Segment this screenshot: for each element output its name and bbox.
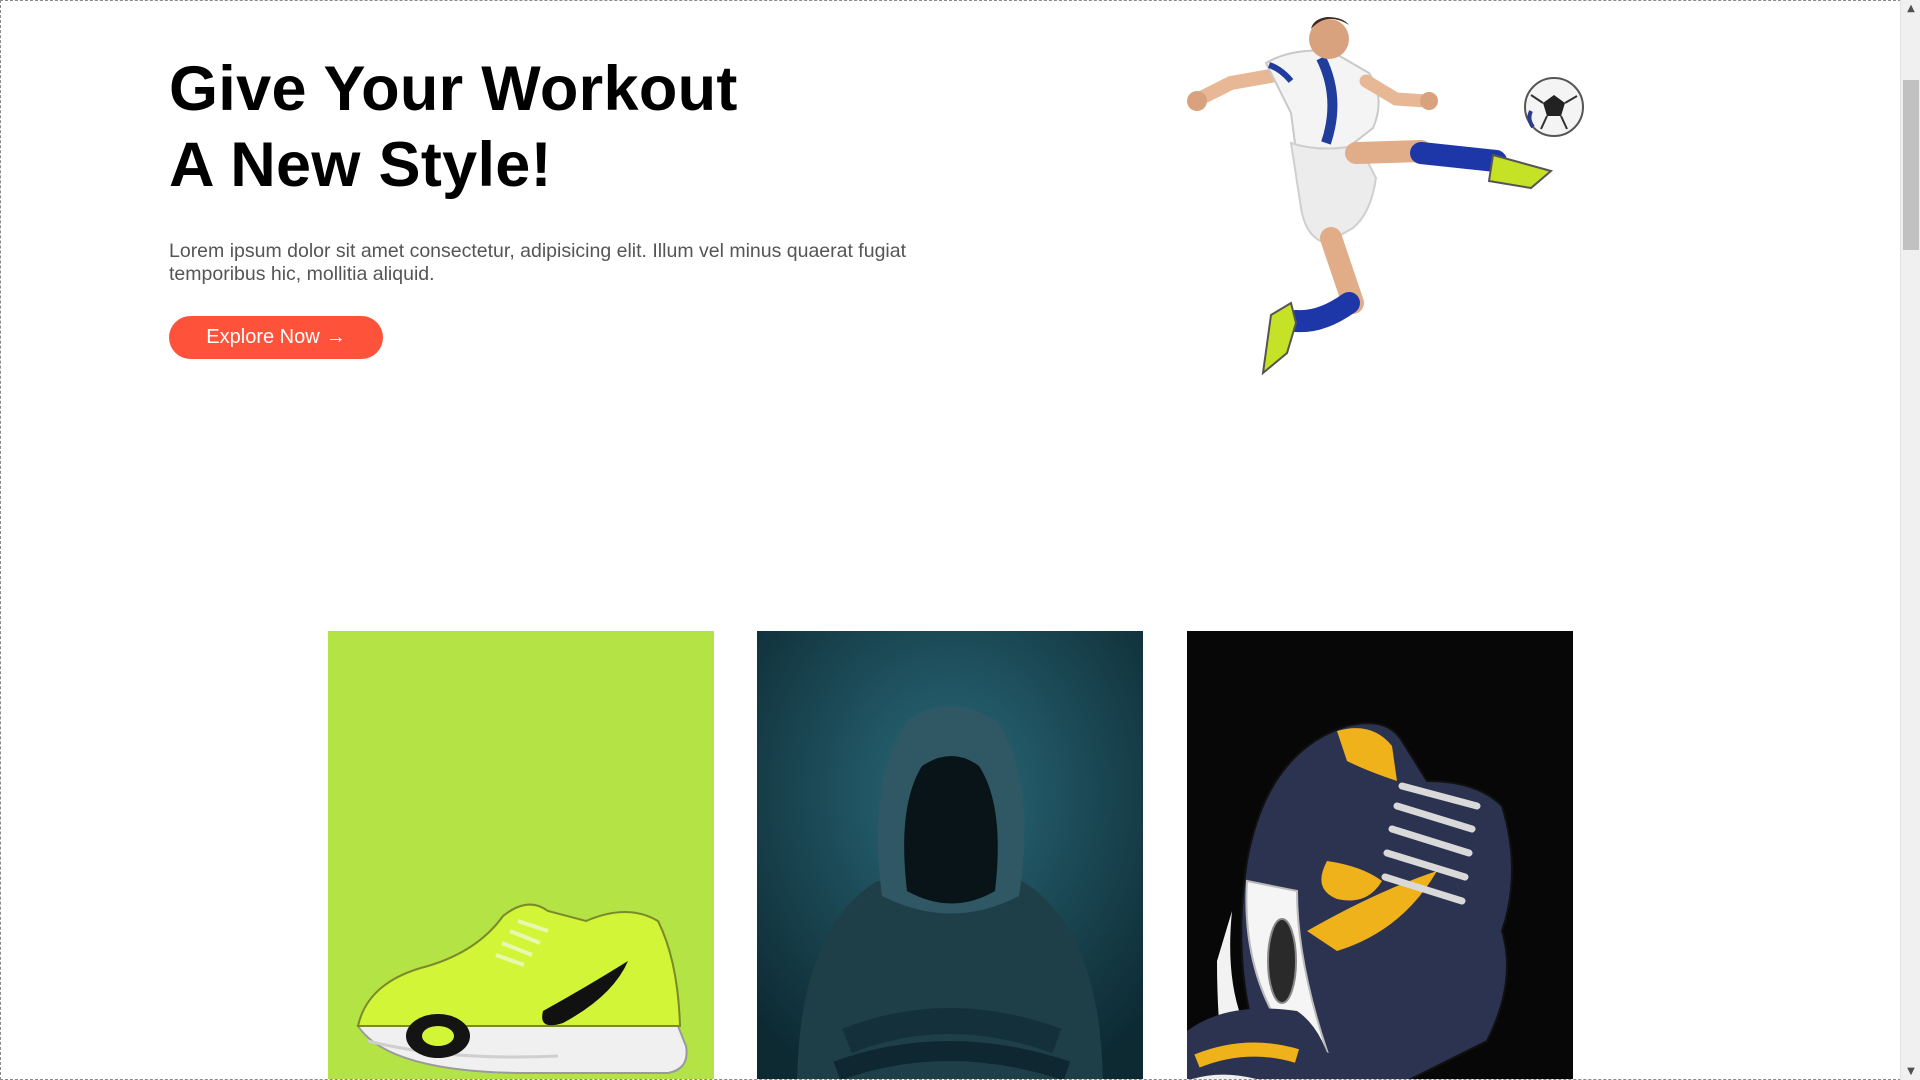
scroll-up-icon[interactable]: ▲: [1901, 0, 1920, 17]
hero-title-line-1: Give Your Workout: [169, 54, 738, 124]
navy-yellow-sneaker-icon: [1187, 631, 1573, 1079]
soccer-ball-icon: [1524, 77, 1584, 137]
explore-now-label: Explore Now: [206, 326, 320, 348]
page-viewport: Give Your Workout A New Style! Lorem ips…: [0, 0, 1901, 1080]
hooded-figure-icon: [757, 631, 1143, 1079]
scrollbar-thumb[interactable]: [1903, 80, 1919, 250]
soccer-player-image: [1091, 3, 1591, 403]
featured-card-green-sneaker[interactable]: [328, 631, 714, 1079]
hero-description: Lorem ipsum dolor sit amet consectetur, …: [169, 240, 907, 285]
hero-title: Give Your Workout A New Style!: [169, 51, 969, 203]
explore-now-button[interactable]: Explore Now →: [169, 316, 383, 359]
scroll-down-icon[interactable]: ▼: [1901, 1063, 1920, 1080]
green-sneaker-icon: [328, 631, 714, 1079]
vertical-scrollbar[interactable]: ▲ ▼: [1900, 0, 1920, 1080]
hero-title-line-2: A New Style!: [169, 130, 552, 200]
hero-text: Give Your Workout A New Style! Lorem ips…: [169, 51, 969, 286]
featured-card-air-sneaker[interactable]: [1187, 631, 1573, 1079]
arrow-right-icon: →: [325, 326, 346, 348]
featured-card-hoodie[interactable]: [757, 631, 1143, 1079]
